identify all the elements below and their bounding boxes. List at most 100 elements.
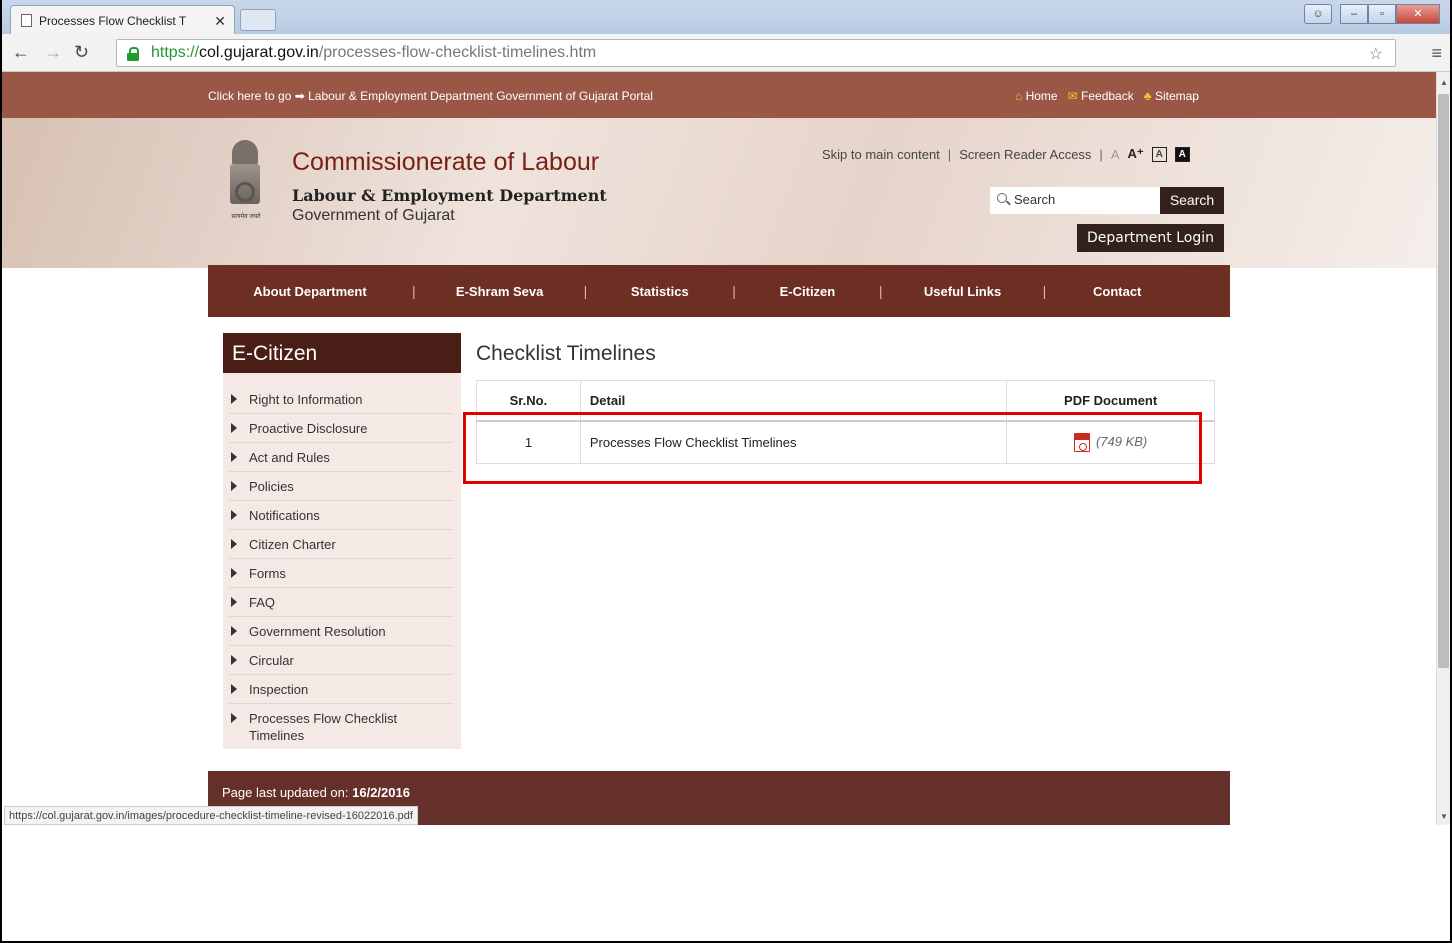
sidebar-item-circular[interactable]: Circular — [229, 646, 453, 675]
portal-link-text[interactable]: Labour & Employment Department Governmen… — [308, 89, 653, 103]
maximize-button[interactable]: ▫ — [1368, 4, 1396, 24]
triangle-right-icon — [231, 684, 237, 694]
search-placeholder: Search — [1014, 192, 1056, 207]
nav-e-shram-seva[interactable]: E-Shram Seva — [416, 284, 584, 299]
sidebar-item-label: Inspection — [249, 682, 309, 697]
sidebar-item-forms[interactable]: Forms — [229, 559, 453, 588]
lock-icon — [127, 47, 139, 61]
sidebar-item-label: Forms — [249, 566, 286, 581]
sidebar-item-label: Act and Rules — [249, 450, 330, 465]
tab-close-icon[interactable]: ✕ — [214, 13, 226, 30]
reload-icon[interactable]: ↻ — [74, 42, 89, 63]
search-button[interactable]: Search — [1160, 187, 1224, 214]
sidebar-item-government-resolution[interactable]: Government Resolution — [229, 617, 453, 646]
title-bar: Processes Flow Checklist T ✕ ☺ – ▫ ✕ — [2, 0, 1450, 34]
sidebar-item-label: Notifications — [249, 508, 320, 523]
triangle-right-icon — [231, 452, 237, 462]
scroll-down-icon[interactable]: ▼ — [1440, 812, 1448, 821]
browser-tab[interactable]: Processes Flow Checklist T ✕ — [10, 5, 235, 34]
nav-e-citizen[interactable]: E-Citizen — [736, 284, 879, 299]
arrow-right-icon: ➡ — [294, 89, 309, 103]
nav-statistics[interactable]: Statistics — [587, 284, 732, 299]
back-arrow-icon[interactable]: ← — [12, 42, 30, 63]
screen-reader-link[interactable]: Screen Reader Access — [959, 147, 1091, 162]
scroll-up-icon[interactable]: ▲ — [1440, 78, 1448, 87]
contrast-dark-button[interactable]: A — [1174, 146, 1190, 162]
home-link[interactable]: ⌂ Home — [1015, 89, 1058, 103]
bookmark-star-icon[interactable]: ☆ — [1369, 44, 1383, 64]
accessibility-bar: Skip to main content | Screen Reader Acc… — [822, 146, 1190, 162]
triangle-right-icon — [231, 510, 237, 520]
separator: | — [947, 146, 952, 162]
triangle-right-icon — [231, 568, 237, 578]
sidebar-item-right-to-information[interactable]: Right to Information — [229, 385, 453, 414]
url-path: /processes-flow-checklist-timelines.htm — [318, 44, 597, 61]
home-label: Home — [1025, 89, 1058, 103]
page-icon — [21, 14, 32, 27]
minimize-button[interactable]: – — [1340, 4, 1368, 24]
font-increase-button[interactable]: A⁺ — [1127, 146, 1143, 162]
top-strip: Click here to go ➡ Labour & Employment D… — [2, 72, 1436, 118]
sidebar-item-label: Citizen Charter — [249, 537, 336, 552]
sitemap-link[interactable]: ♣ Sitemap — [1144, 89, 1199, 103]
page-scrollbar[interactable]: ▲ ▼ — [1436, 72, 1450, 825]
address-bar[interactable]: https://col.gujarat.gov.in/processes-flo… — [116, 39, 1396, 67]
sidebar-title: E-Citizen — [223, 333, 461, 373]
government-name: Government of Gujarat — [292, 207, 455, 224]
nav-about-department[interactable]: About Department — [208, 284, 412, 299]
sidebar-item-policies[interactable]: Policies — [229, 472, 453, 501]
sitemap-icon: ♣ — [1143, 89, 1152, 103]
browser-toolbar: ← → ↻ https://col.gujarat.gov.in/process… — [2, 34, 1450, 72]
sidebar-item-inspection[interactable]: Inspection — [229, 675, 453, 704]
highlight-annotation-box — [463, 412, 1202, 484]
goto-label: Click here to go — [208, 89, 292, 103]
triangle-right-icon — [231, 713, 237, 723]
forward-arrow-icon[interactable]: → — [44, 42, 62, 63]
separator: | — [1099, 146, 1103, 162]
scroll-thumb[interactable] — [1438, 94, 1449, 668]
sidebar-item-label: Processes Flow Checklist Timelines — [249, 711, 398, 743]
sidebar-item-act-and-rules[interactable]: Act and Rules — [229, 443, 453, 472]
skip-link[interactable]: Skip to main content — [822, 147, 940, 162]
url-host: col.gujarat.gov.in — [199, 44, 319, 61]
url-scheme: https:// — [151, 44, 200, 61]
chrome-menu-icon[interactable]: ≡ — [1431, 43, 1442, 64]
portal-link[interactable]: Click here to go ➡ Labour & Employment D… — [208, 89, 653, 103]
last-updated-label: Page last updated on: — [222, 785, 349, 800]
triangle-right-icon — [231, 626, 237, 636]
window-controls: ☺ – ▫ ✕ — [1304, 4, 1440, 24]
sidebar-item-label: FAQ — [249, 595, 276, 610]
last-updated-date: 16/2/2016 — [352, 785, 410, 800]
sidebar-item-label: Policies — [249, 479, 294, 494]
nav-contact[interactable]: Contact — [1046, 284, 1188, 299]
site-title[interactable]: Commissionerate of Labour — [292, 148, 599, 177]
close-window-button[interactable]: ✕ — [1396, 4, 1440, 24]
triangle-right-icon — [231, 394, 237, 404]
sidebar-item-citizen-charter[interactable]: Citizen Charter — [229, 530, 453, 559]
search-input[interactable]: Search — [990, 187, 1160, 214]
triangle-right-icon — [231, 655, 237, 665]
main-navigation: About Department | E-Shram Seva | Statis… — [208, 265, 1230, 317]
sitemap-label: Sitemap — [1154, 89, 1199, 103]
sidebar-item-label: Government Resolution — [249, 624, 386, 639]
font-normal-button[interactable]: A — [1111, 147, 1120, 162]
sidebar-item-notifications[interactable]: Notifications — [229, 501, 453, 530]
feedback-label: Feedback — [1081, 89, 1134, 103]
user-icon[interactable]: ☺ — [1304, 4, 1332, 24]
sidebar-item-processes-flow-checklist-timelines[interactable]: Processes Flow Checklist Timelines — [229, 704, 453, 750]
sidebar-item-label: Proactive Disclosure — [249, 421, 368, 436]
department-login-button[interactable]: Department Login — [1077, 224, 1224, 252]
feedback-link[interactable]: ✉ Feedback — [1068, 89, 1134, 103]
home-icon: ⌂ — [1015, 89, 1023, 103]
tab-title: Processes Flow Checklist T — [39, 14, 187, 28]
sidebar-item-faq[interactable]: FAQ — [229, 588, 453, 617]
triangle-right-icon — [231, 597, 237, 607]
nav-useful-links[interactable]: Useful Links — [883, 284, 1043, 299]
sidebar-item-label: Right to Information — [249, 392, 363, 407]
sidebar: E-Citizen Right to Information Proactive… — [223, 333, 461, 749]
contrast-light-button[interactable]: A — [1151, 146, 1167, 162]
new-tab-button[interactable] — [240, 9, 276, 31]
mail-icon: ✉ — [1067, 89, 1078, 103]
sidebar-item-label: Circular — [249, 653, 294, 668]
sidebar-item-proactive-disclosure[interactable]: Proactive Disclosure — [229, 414, 453, 443]
